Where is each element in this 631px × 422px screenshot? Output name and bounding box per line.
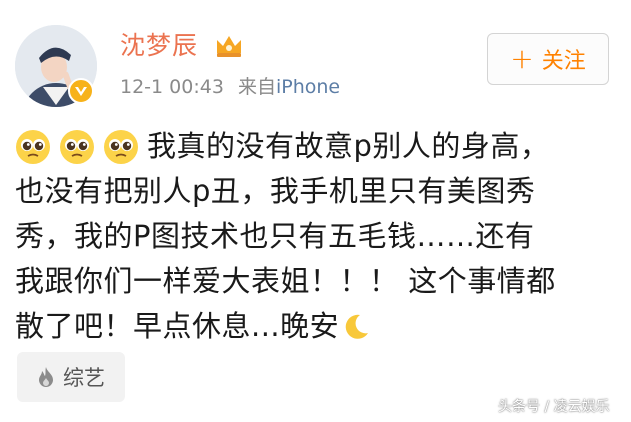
follow-button[interactable]: + 关注 [487,33,609,85]
topic-tag-label: 综艺 [63,366,105,390]
username[interactable]: 沈梦辰 [120,30,198,62]
pleading-face-icon [16,129,50,164]
crown-icon [214,33,244,63]
source-prefix: 来自 [237,76,276,98]
follow-label: 关注 [541,49,586,74]
content-line: 我真的没有故意p别人的身高， [15,124,615,169]
content-line: 散了吧！早点休息...晚安 [15,304,615,349]
crescent-moon-icon [345,314,369,339]
content-text: 我跟你们一样爱大表姐！！！ 这个事情都 [15,264,556,298]
post-meta: 12-1 00:43 来自iPhone [120,75,340,99]
plus-icon: + [510,42,534,75]
source-device[interactable]: iPhone [276,76,340,98]
content-line: 我跟你们一样爱大表姐！！！ 这个事情都 [15,259,615,304]
content-line: 秀，我的P图技术也只有五毛钱……还有 [15,214,615,259]
post-content: 我真的没有故意p别人的身高， 也没有把别人p丑，我手机里只有美图秀 秀，我的P图… [15,124,615,349]
content-text: 散了吧！早点休息...晚安 [15,309,340,343]
topic-tag-button[interactable]: 综艺 [17,352,125,402]
pleading-face-icon [104,129,138,164]
content-text: 秀，我的P图技术也只有五毛钱……还有 [15,219,535,253]
watermark: 头条号 / 凌云娱乐 [498,399,610,415]
verified-badge-icon [68,78,94,104]
flame-icon [39,367,53,387]
pleading-face-icon [60,129,94,164]
content-line: 也没有把别人p丑，我手机里只有美图秀 [15,169,615,214]
content-text: 也没有把别人p丑，我手机里只有美图秀 [15,174,536,208]
content-text: 我真的没有故意p别人的身高， [147,129,550,163]
timestamp[interactable]: 12-1 00:43 [120,76,224,98]
